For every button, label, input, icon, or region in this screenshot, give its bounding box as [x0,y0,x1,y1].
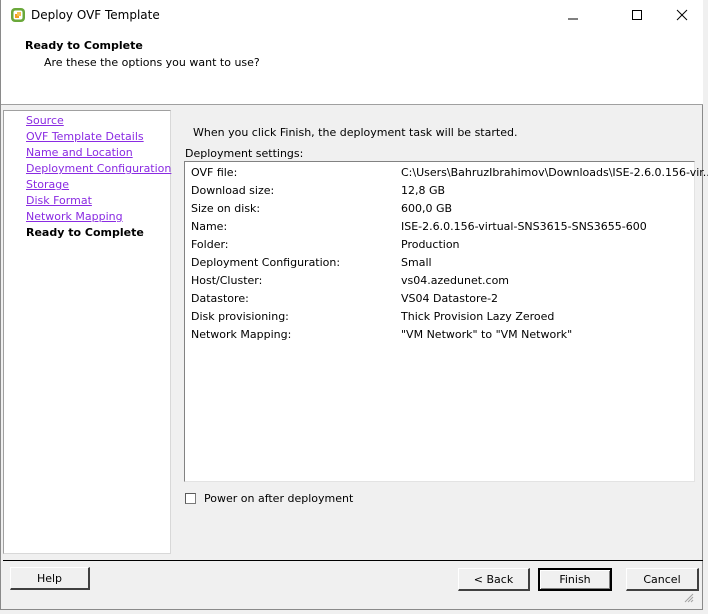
dialog-header: Deploy OVF Template Ready to Complete Ar… [1,0,703,105]
setting-key: Size on disk: [191,202,261,215]
deploy-ovf-dialog: Deploy OVF Template Ready to Complete Ar… [0,0,708,610]
setting-key: Datastore: [191,292,249,305]
intro-text: When you click Finish, the deployment ta… [193,126,518,139]
step-source[interactable]: Source [26,114,64,127]
setting-value: VS04 Datastore-2 [401,292,499,305]
setting-value: 12,8 GB [401,184,446,197]
step-ready-to-complete: Ready to Complete [26,226,144,239]
settings-row: Network Mapping: "VM Network" to "VM Net… [191,328,691,346]
step-storage[interactable]: Storage [26,178,69,191]
setting-value: vs04.azedunet.com [401,274,510,287]
step-ovf-template-details[interactable]: OVF Template Details [26,130,144,143]
setting-key: Deployment Configuration: [191,256,341,269]
wizard-steps-sidebar: Source OVF Template Details Name and Loc… [3,110,171,554]
power-on-checkbox[interactable] [185,493,196,504]
settings-row: Folder: Production [191,238,691,256]
settings-row: Disk provisioning: Thick Provision Lazy … [191,310,691,328]
settings-row: Download size: 12,8 GB [191,184,691,202]
setting-value: Production [401,238,460,251]
resize-grip-icon[interactable] [684,593,694,603]
minimize-button[interactable] [553,4,593,26]
finish-button[interactable]: Finish [538,568,612,591]
back-button[interactable]: < Back [458,568,530,591]
settings-row: Datastore: VS04 Datastore-2 [191,292,691,310]
vsphere-app-icon [11,8,25,22]
maximize-button[interactable] [617,4,657,26]
settings-row: OVF file: C:\Users\BahruzIbrahimov\Downl… [191,166,708,184]
settings-row: Host/Cluster: vs04.azedunet.com [191,274,691,292]
setting-key: Download size: [191,184,275,197]
setting-value: "VM Network" to "VM Network" [401,328,573,341]
setting-key: Disk provisioning: [191,310,289,323]
close-icon [676,9,688,21]
page-subheading: Are these the options you want to use? [44,56,260,69]
setting-value: Thick Provision Lazy Zeroed [401,310,555,323]
setting-key: Network Mapping: [191,328,292,341]
power-on-checkbox-row[interactable]: Power on after deployment [185,492,353,505]
footer-divider [3,560,703,561]
setting-value: Small [401,256,432,269]
setting-value: 600,0 GB [401,202,453,215]
deployment-settings-list: OVF file: C:\Users\BahruzIbrahimov\Downl… [184,161,708,482]
step-name-and-location[interactable]: Name and Location [26,146,133,159]
setting-value: ISE-2.6.0.156-virtual-SNS3615-SNS3655-60… [401,220,647,233]
settings-row: Size on disk: 600,0 GB [191,202,691,220]
setting-key: Host/Cluster: [191,274,263,287]
maximize-icon [632,10,642,20]
step-deployment-configuration[interactable]: Deployment Configuration [26,162,171,175]
setting-value: C:\Users\BahruzIbrahimov\Downloads\ISE-2… [401,166,708,179]
close-button[interactable] [662,4,702,26]
power-on-label[interactable]: Power on after deployment [204,492,353,505]
step-network-mapping[interactable]: Network Mapping [26,210,123,223]
deployment-settings-label: Deployment settings: [185,147,304,160]
window-title: Deploy OVF Template [31,8,160,22]
settings-row: Name: ISE-2.6.0.156-virtual-SNS3615-SNS3… [191,220,691,238]
step-disk-format[interactable]: Disk Format [26,194,92,207]
page-heading: Ready to Complete [25,39,143,52]
minimize-icon [568,18,578,20]
setting-key: Folder: [191,238,229,251]
help-button[interactable]: Help [10,567,90,590]
cancel-button[interactable]: Cancel [626,568,699,591]
setting-key: Name: [191,220,228,233]
setting-key: OVF file: [191,166,238,179]
settings-row: Deployment Configuration: Small [191,256,691,274]
